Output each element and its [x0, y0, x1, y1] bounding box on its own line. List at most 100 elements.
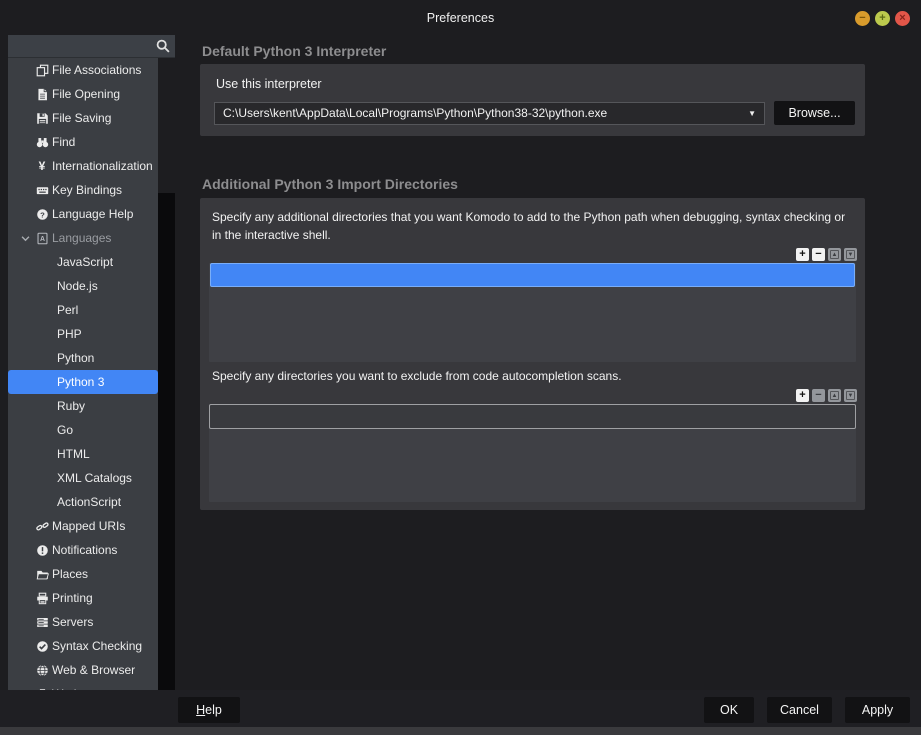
import-dirs-move-up-button[interactable]: ▲	[828, 248, 841, 261]
servers-icon	[35, 615, 49, 629]
sidebar-item-node-js[interactable]: Node.js	[8, 274, 158, 298]
sidebar-scrollbar-thumb[interactable]	[158, 193, 175, 727]
sidebar-item-label: Web & Browser	[52, 663, 135, 677]
use-interpreter-label: Use this interpreter	[216, 77, 855, 91]
import-directories-list[interactable]	[209, 263, 856, 362]
languages-icon: A	[35, 231, 49, 245]
chevron-slot	[20, 208, 35, 221]
sidebar-item-label: Mapped URIs	[52, 519, 125, 533]
cancel-button[interactable]: Cancel	[767, 697, 832, 723]
window-controls: −+ ×	[855, 11, 910, 26]
chevron-down-icon[interactable]	[20, 232, 35, 245]
help-button[interactable]: Help	[178, 697, 240, 723]
interpreter-path-value: C:\Users\kent\AppData\Local\Programs\Pyt…	[223, 106, 742, 120]
footer-bar: Help OK Cancel Apply	[0, 690, 921, 727]
import-dirs-remove-button[interactable]: −	[812, 248, 825, 261]
sidebar-item-xml-catalogs[interactable]: XML Catalogs	[8, 466, 158, 490]
import-dir-selected-row[interactable]	[210, 263, 855, 287]
exclude-directories-list[interactable]	[209, 404, 856, 502]
sidebar-item-label: Language Help	[52, 207, 133, 221]
apply-button[interactable]: Apply	[845, 697, 910, 723]
exclude-dirs-remove-button[interactable]: −	[812, 389, 825, 402]
chevron-slot	[20, 592, 35, 605]
chevron-slot	[20, 544, 35, 557]
sidebar-item-label: Python	[57, 351, 94, 365]
sidebar-item-actionscript[interactable]: ActionScript	[8, 490, 158, 514]
sidebar-item-syntax-checking[interactable]: Syntax Checking	[8, 634, 158, 658]
sidebar-item-php[interactable]: PHP	[8, 322, 158, 346]
exclude-dir-empty-row[interactable]	[209, 404, 856, 429]
move-up-icon: ▲	[830, 391, 839, 400]
sidebar-item-html[interactable]: HTML	[8, 442, 158, 466]
sidebar-item-key-bindings[interactable]: Key Bindings	[8, 178, 158, 202]
sidebar-item-servers[interactable]: Servers	[8, 610, 158, 634]
import-dirs-add-button[interactable]: +	[796, 248, 809, 261]
preferences-tree: File Associations File Opening File Saving…	[8, 58, 158, 727]
sidebar-item-label: Key Bindings	[52, 183, 122, 197]
sidebar-item-label: Ruby	[57, 399, 85, 413]
chevron-slot	[20, 136, 35, 149]
sidebar-search-input[interactable]	[8, 39, 155, 53]
sidebar-item-ruby[interactable]: Ruby	[8, 394, 158, 418]
chevron-slot	[20, 184, 35, 197]
close-button[interactable]: ×	[895, 11, 910, 26]
sidebar-scrollbar[interactable]	[158, 58, 175, 727]
sidebar-item-printing[interactable]: Printing	[8, 586, 158, 610]
sidebar-item-javascript[interactable]: JavaScript	[8, 250, 158, 274]
sidebar-item-label: Notifications	[52, 543, 117, 557]
sidebar-item-go[interactable]: Go	[8, 418, 158, 442]
sidebar-item-python-3[interactable]: Python 3	[8, 370, 158, 394]
chevron-slot	[20, 520, 35, 533]
sidebar-item-file-associations[interactable]: File Associations	[8, 58, 158, 82]
exclude-dirs-toolbar: +−▲ ▼	[208, 389, 857, 402]
zoom-button[interactable]: +	[875, 11, 890, 26]
sidebar-item-language-help[interactable]: ?Language Help	[8, 202, 158, 226]
sidebar-item-perl[interactable]: Perl	[8, 298, 158, 322]
move-down-icon: ▼	[846, 250, 855, 259]
file-opening-icon	[35, 87, 49, 101]
import-dirs-description: Specify any additional directories that …	[212, 208, 855, 244]
import-directories-panel: Specify any additional directories that …	[200, 198, 865, 510]
sidebar-item-find[interactable]: Find	[8, 130, 158, 154]
chevron-slot	[20, 640, 35, 653]
sidebar-item-places[interactable]: Places	[8, 562, 158, 586]
chevron-slot	[20, 568, 35, 581]
preferences-sidebar: File Associations File Opening File Saving…	[8, 35, 175, 727]
search-icon	[155, 38, 171, 54]
sidebar-item-label: Places	[52, 567, 88, 581]
section-heading-interpreter: Default Python 3 Interpreter	[202, 43, 386, 59]
sidebar-item-label: XML Catalogs	[57, 471, 132, 485]
move-down-icon: ▼	[846, 391, 855, 400]
chevron-slot	[20, 112, 35, 125]
sidebar-search-box[interactable]	[8, 35, 175, 58]
sidebar-item-mapped-uris[interactable]: Mapped URIs	[8, 514, 158, 538]
sidebar-item-label: PHP	[57, 327, 82, 341]
interpreter-panel: Use this interpreter C:\Users\kent\AppDa…	[200, 64, 865, 136]
dropdown-arrow-icon: ▼	[748, 109, 756, 118]
exclude-dirs-move-down-button[interactable]: ▼	[844, 389, 857, 402]
sidebar-item-web-browser[interactable]: Web & Browser	[8, 658, 158, 682]
keyboard-icon	[35, 183, 49, 197]
import-dirs-toolbar: +−▲ ▼	[208, 248, 857, 261]
exclamation-circle-icon	[35, 543, 49, 557]
import-dirs-move-down-button[interactable]: ▼	[844, 248, 857, 261]
sidebar-item-label: Python 3	[57, 375, 104, 389]
browse-button[interactable]: Browse...	[774, 101, 855, 125]
exclude-dirs-add-button[interactable]: +	[796, 389, 809, 402]
minimize-button[interactable]: −	[855, 11, 870, 26]
sidebar-item-label: Perl	[57, 303, 78, 317]
sidebar-item-file-saving[interactable]: File Saving	[8, 106, 158, 130]
exclude-dirs-move-up-button[interactable]: ▲	[828, 389, 841, 402]
sidebar-item-python[interactable]: Python	[8, 346, 158, 370]
interpreter-combobox[interactable]: C:\Users\kent\AppData\Local\Programs\Pyt…	[214, 102, 765, 125]
sidebar-item-label: File Opening	[52, 87, 120, 101]
sidebar-item-label: Languages	[52, 231, 111, 245]
ok-button[interactable]: OK	[704, 697, 754, 723]
sidebar-item-notifications[interactable]: Notifications	[8, 538, 158, 562]
sidebar-item-internationalization[interactable]: ¥Internationalization	[8, 154, 158, 178]
sidebar-item-languages[interactable]: ALanguages	[8, 226, 158, 250]
sidebar-item-file-opening[interactable]: File Opening	[8, 82, 158, 106]
sidebar-item-label: Internationalization	[52, 159, 153, 173]
sidebar-item-label: File Associations	[52, 63, 141, 77]
check-circle-icon	[35, 639, 49, 653]
